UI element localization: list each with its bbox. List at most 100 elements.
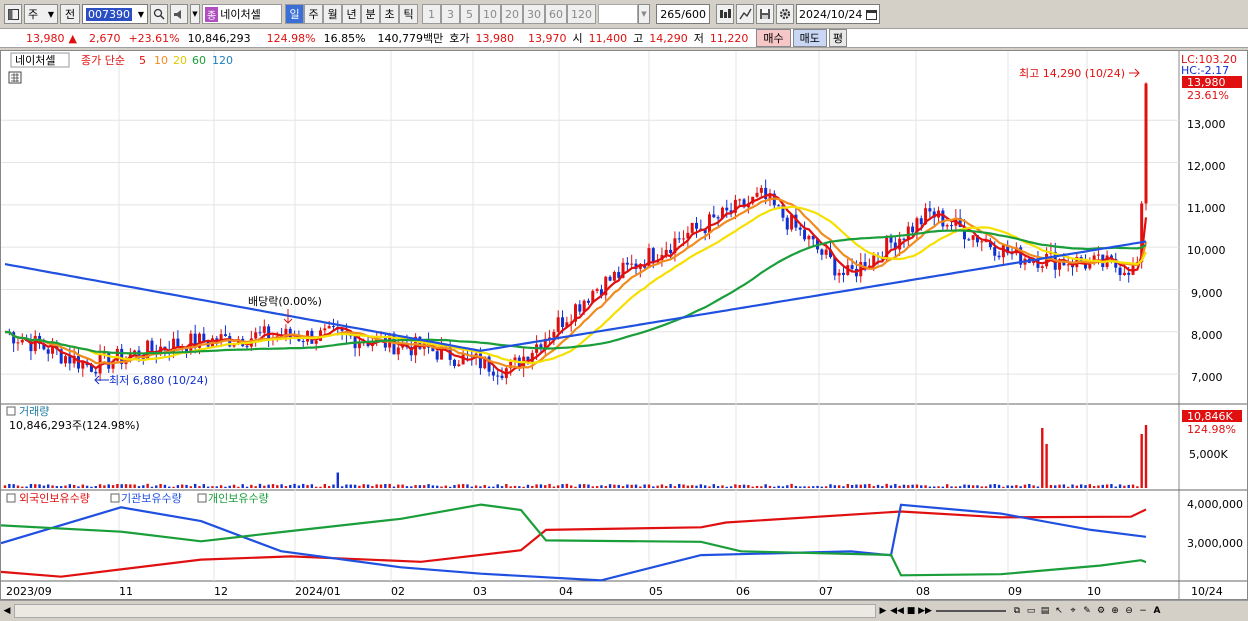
stock-code-input[interactable]: 007390 ▼ bbox=[82, 4, 148, 24]
x-label: 03 bbox=[473, 585, 487, 598]
interval-60[interactable]: 60 bbox=[545, 4, 567, 24]
custom-interval-input[interactable] bbox=[598, 4, 638, 24]
calendar-icon[interactable] bbox=[866, 9, 877, 20]
up-arrow-icon: ▲ bbox=[68, 31, 77, 45]
chart-area[interactable]: 네이처셀 종가 단순 5 10 20 60 120 최고 14,290 (10/… bbox=[0, 50, 1248, 600]
period-tab-tick[interactable]: 틱 bbox=[399, 4, 418, 24]
volume-bar bbox=[336, 472, 339, 488]
volume-bar bbox=[362, 484, 365, 488]
interval-1[interactable]: 1 bbox=[422, 4, 441, 24]
price: 13,980 bbox=[26, 31, 65, 45]
zoom-out-icon[interactable]: ⊖ bbox=[1122, 603, 1136, 619]
interval-20[interactable]: 20 bbox=[501, 4, 523, 24]
interval-30[interactable]: 30 bbox=[523, 4, 545, 24]
y-tick: 13,000 bbox=[1187, 118, 1226, 131]
chart-canvas[interactable]: 네이처셀 종가 단순 5 10 20 60 120 최고 14,290 (10/… bbox=[0, 51, 1247, 599]
bid-label: 호가 bbox=[449, 32, 470, 45]
minus-icon[interactable]: − bbox=[1136, 603, 1150, 619]
change: 2,670 bbox=[88, 31, 121, 45]
chevron-down-icon[interactable]: ▼ bbox=[190, 4, 200, 24]
volume-bar bbox=[479, 486, 482, 488]
crosshair-icon[interactable]: ⌖ bbox=[1066, 603, 1080, 619]
x-label: 05 bbox=[649, 585, 663, 598]
quote-bar: 13,980 ▲ 2,670 +23.61% 10,846,293 124.98… bbox=[0, 28, 1248, 48]
x-label: 07 bbox=[819, 585, 833, 598]
date-field[interactable]: 2024/10/24 bbox=[796, 4, 880, 24]
candle-body bbox=[176, 338, 180, 348]
interval-5[interactable]: 5 bbox=[460, 4, 479, 24]
buy-button[interactable]: 매수 bbox=[756, 29, 791, 47]
chart-scrollbar[interactable]: ◀ ▶ ◀◀ ■ ▶▶ ⧉ ▭ ▤ ↖ ⌖ ✎ ⚙ ⊕ ⊖ − A bbox=[0, 600, 1248, 621]
chevron-down-icon[interactable]: ▼ bbox=[638, 4, 650, 24]
view-count-field[interactable]: 265/600 bbox=[656, 4, 710, 24]
market-select[interactable]: 주 ▼ bbox=[24, 4, 58, 24]
period-tab-day[interactable]: 일 bbox=[285, 4, 304, 24]
candle-body bbox=[755, 192, 759, 197]
x-label: 10 bbox=[1087, 585, 1101, 598]
period-tab-year[interactable]: 년 bbox=[342, 4, 361, 24]
prefix-button[interactable]: 전 bbox=[60, 4, 80, 24]
period-tab-month[interactable]: 월 bbox=[323, 4, 342, 24]
volume-tag-pct: 124.98% bbox=[1187, 423, 1236, 436]
candle-body bbox=[798, 227, 802, 230]
candle-body bbox=[837, 272, 841, 276]
zoom-icon[interactable] bbox=[716, 4, 734, 24]
skip-forward-icon[interactable]: ▶▶ bbox=[918, 603, 932, 619]
draw-icon[interactable]: ✎ bbox=[1080, 603, 1094, 619]
scroll-left-icon[interactable]: ◀ bbox=[0, 603, 14, 619]
skip-back-icon[interactable]: ◀◀ bbox=[890, 603, 904, 619]
scroll-track[interactable] bbox=[14, 604, 876, 618]
sell-button[interactable]: 매도 bbox=[792, 29, 827, 47]
volume-bar bbox=[379, 484, 383, 488]
window-icon[interactable]: ▭ bbox=[1024, 603, 1038, 619]
stop-icon[interactable]: ■ bbox=[904, 603, 918, 619]
period-tab-minute[interactable]: 분 bbox=[361, 4, 380, 24]
settings-icon[interactable]: ⚙ bbox=[1094, 603, 1108, 619]
layout-icon[interactable] bbox=[4, 4, 22, 24]
chevron-down-icon[interactable]: ▼ bbox=[138, 10, 144, 19]
y-tick: 12,000 bbox=[1187, 160, 1226, 173]
interval-120[interactable]: 120 bbox=[567, 4, 596, 24]
volume-bar bbox=[712, 484, 716, 488]
speed-slider[interactable] bbox=[936, 610, 1006, 612]
interval-10[interactable]: 10 bbox=[479, 4, 501, 24]
volume-bar bbox=[1054, 485, 1057, 488]
zoom-in-icon[interactable]: ⊕ bbox=[1108, 603, 1122, 619]
volume-bar bbox=[444, 485, 448, 488]
interval-3[interactable]: 3 bbox=[441, 4, 460, 24]
candle-body bbox=[980, 241, 984, 243]
turnover: 16.85% bbox=[323, 31, 366, 45]
volume-bar bbox=[725, 486, 728, 488]
volume-bar bbox=[98, 484, 102, 488]
volume-bar bbox=[29, 484, 33, 488]
volume-bar bbox=[38, 484, 41, 488]
volume-bar bbox=[924, 485, 927, 488]
save-icon[interactable] bbox=[756, 4, 774, 24]
period-tab-week[interactable]: 주 bbox=[304, 4, 323, 24]
volume-bar bbox=[193, 483, 197, 488]
volume-tag-value: 10,846K bbox=[1187, 410, 1233, 423]
volume-bar bbox=[552, 486, 556, 488]
panel-icon[interactable]: ▤ bbox=[1038, 603, 1052, 619]
volume-bar bbox=[103, 485, 106, 488]
volume-bar bbox=[976, 485, 979, 488]
holdings-y-tick: 4,000,000 bbox=[1187, 498, 1243, 511]
volume-bar bbox=[600, 485, 603, 488]
stock-badge: 종 bbox=[205, 6, 219, 22]
font-size-icon[interactable]: A bbox=[1150, 603, 1164, 619]
volume-bar bbox=[958, 486, 962, 488]
stock-name-field[interactable]: 종 네이처셀 bbox=[202, 4, 282, 24]
volume-bar bbox=[466, 484, 469, 488]
avg-button[interactable]: 평 bbox=[828, 29, 848, 47]
scroll-right-icon[interactable]: ▶ bbox=[876, 603, 890, 619]
copy-icon[interactable]: ⧉ bbox=[1010, 603, 1024, 619]
speaker-icon[interactable] bbox=[170, 4, 188, 24]
cursor-icon[interactable]: ↖ bbox=[1052, 603, 1066, 619]
line-tool-icon[interactable] bbox=[736, 4, 754, 24]
period-tab-second[interactable]: 초 bbox=[380, 4, 399, 24]
gear-icon[interactable] bbox=[776, 4, 794, 24]
holdings-y-tick: 3,000,000 bbox=[1187, 537, 1243, 550]
search-icon[interactable] bbox=[150, 4, 168, 24]
volume-bar bbox=[1032, 485, 1035, 488]
volume-bar bbox=[604, 486, 607, 488]
